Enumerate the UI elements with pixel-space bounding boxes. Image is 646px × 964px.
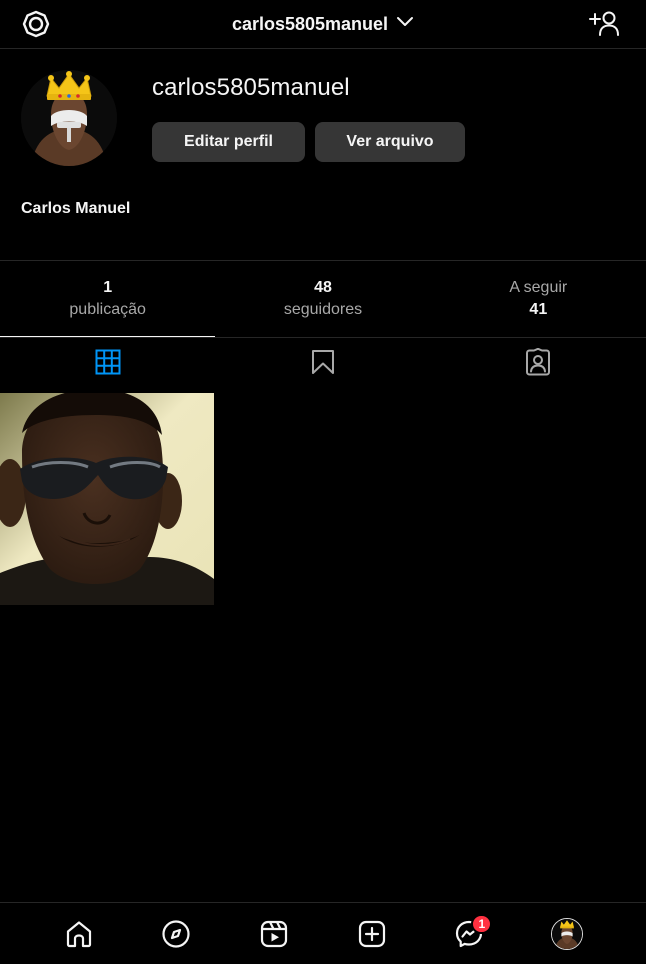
top-bar: carlos5805manuel: [0, 0, 646, 49]
edit-profile-button[interactable]: Editar perfil: [152, 122, 305, 162]
tagged-user-icon: [524, 347, 552, 381]
view-archive-button[interactable]: Ver arquivo: [315, 122, 465, 162]
bottom-navigation: 1: [0, 902, 646, 964]
home-icon[interactable]: [59, 914, 99, 954]
stat-followers-value: 48: [314, 279, 332, 296]
header-username: carlos5805manuel: [231, 13, 389, 34]
post-thumbnail[interactable]: [0, 393, 214, 605]
stat-posts-label: publicação: [69, 301, 146, 318]
add-user-icon[interactable]: [588, 9, 620, 39]
profile-username: carlos5805manuel: [152, 74, 350, 101]
new-post-icon[interactable]: [352, 914, 392, 954]
tab-posts[interactable]: [0, 336, 216, 391]
stat-following-value: 41: [529, 301, 548, 318]
tab-tagged[interactable]: [431, 337, 646, 391]
profile-avatar[interactable]: [21, 70, 117, 166]
messenger-icon[interactable]: 1: [449, 913, 493, 954]
gear-icon[interactable]: [21, 9, 51, 39]
chevron-down-icon: [396, 15, 414, 33]
grid-icon: [95, 349, 121, 380]
profile-full-name: Carlos Manuel: [21, 200, 131, 217]
reels-icon[interactable]: [254, 914, 294, 954]
profile-nav-avatar[interactable]: [547, 914, 587, 954]
tab-saved[interactable]: [215, 337, 430, 391]
profile-stats: 1 publicação 48 seguidores A seguir 41: [0, 260, 646, 338]
account-switcher-wrap: carlos5805manuel: [0, 0, 646, 48]
stat-posts-value: 1: [103, 279, 113, 296]
stat-followers[interactable]: 48 seguidores: [215, 261, 430, 337]
bookmark-icon: [311, 349, 335, 380]
stat-following-label: A seguir: [509, 279, 568, 296]
messenger-badge: 1: [471, 913, 493, 934]
stat-following[interactable]: A seguir 41: [431, 261, 646, 337]
avatar: [551, 917, 584, 950]
explore-icon[interactable]: [156, 914, 196, 954]
account-switcher[interactable]: carlos5805manuel: [232, 14, 414, 35]
stat-followers-label: seguidores: [283, 301, 363, 318]
profile-tabs: [0, 336, 646, 391]
stat-posts[interactable]: 1 publicação: [0, 261, 215, 337]
